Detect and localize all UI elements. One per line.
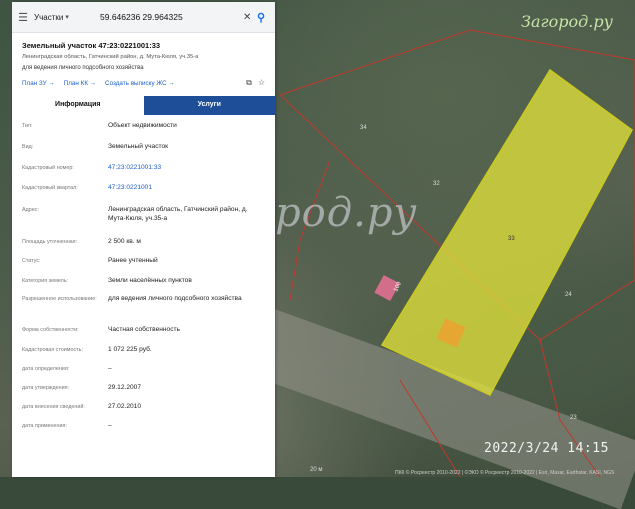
search-icon[interactable]: ⚲	[257, 11, 275, 24]
row-value: Ленинградская область, Гатчинский район,…	[108, 206, 248, 222]
parcel-label: 33	[508, 236, 515, 242]
row-label: Вид:	[22, 144, 34, 150]
watermark-logo: Загород.ру	[521, 12, 613, 31]
row-value: 2 500 кв. м	[108, 238, 141, 245]
parcel-address: Ленинградская область, Гатчинский район,…	[22, 54, 199, 60]
table-row: дата применения: –	[22, 422, 265, 441]
boundary-line	[539, 339, 601, 477]
info-table: Тип: Объект недвижимости Вид: Земельный уч…	[12, 115, 275, 441]
row-value: Частная собственность	[108, 326, 180, 333]
action-links: План ЗУ → План КК → Создать выписку ЖС →…	[22, 78, 265, 88]
row-value: –	[108, 365, 112, 372]
table-row: дата утверждения: 29.12.2007	[22, 384, 265, 403]
table-row: Категория земель: Земли населённых пункто…	[22, 277, 265, 295]
action-icons: ⧉ ☆	[246, 78, 265, 88]
table-row: дата внесения сведений: 27.02.2010	[22, 403, 265, 422]
row-label: Кадастровый квартал:	[22, 185, 78, 191]
row-value: для ведения личного подсобного хозяйства	[108, 295, 242, 302]
row-value: Земли населённых пунктов	[108, 277, 192, 284]
search-input[interactable]: 59.646236 29.964325	[94, 12, 243, 22]
table-row: Адрес: Ленинградская область, Гатчинский …	[22, 206, 265, 238]
tab-bar: Информация Услуги	[12, 96, 275, 115]
table-row: дата определения: –	[22, 365, 265, 384]
row-label: Тип:	[22, 123, 33, 129]
map-copyright: ПКК © Росреестр 2010-2022 | ©ЭКО © Росре…	[395, 470, 615, 476]
tab-info[interactable]: Информация	[12, 96, 144, 115]
row-label: Разрешенное использование:	[22, 296, 97, 302]
parcel-label: 34	[360, 125, 367, 131]
row-label: Кадастровая стоимость:	[22, 347, 83, 353]
parcel-header: Земельный участок 47:23:0221001:33 Ленин…	[12, 33, 275, 88]
row-label: дата определения:	[22, 366, 70, 372]
table-row: Кадастровый квартал: 47:23:0221001	[22, 184, 265, 206]
row-value: 1 072 225 руб.	[108, 346, 152, 353]
highlighted-parcel	[380, 68, 633, 396]
photo-timestamp: 2022/3/24 14:15	[484, 441, 609, 456]
row-label: Статус:	[22, 258, 41, 264]
tab-services[interactable]: Услуги	[143, 96, 275, 115]
row-value: 27.02.2010	[108, 403, 142, 410]
close-icon[interactable]: ✕	[243, 12, 257, 23]
row-value: Земельный участок	[108, 143, 169, 150]
create-extract-link[interactable]: Создать выписку ЖС →	[105, 80, 175, 87]
table-row: Форма собственности: Частная собственност…	[22, 326, 265, 346]
row-label: Адрес:	[22, 207, 39, 213]
star-icon[interactable]: ☆	[258, 78, 265, 88]
row-value: Объект недвижимости	[108, 122, 177, 129]
row-label: Кадастровый номер:	[22, 165, 74, 171]
parcel-purpose: для ведения личного подсобного хозяйства	[22, 65, 144, 71]
plan-kk-link[interactable]: План КК →	[64, 80, 96, 87]
boundary-line	[399, 379, 461, 477]
category-select[interactable]: Участки ▾	[34, 13, 94, 22]
chevron-down-icon: ▾	[65, 14, 69, 21]
row-value: 29.12.2007	[108, 384, 142, 391]
row-label: дата применения:	[22, 423, 67, 429]
scale-label: 20 м	[310, 467, 323, 473]
parcel-label: 24	[565, 292, 572, 298]
table-row: Разрешенное использование: для ведения ли…	[22, 295, 265, 326]
row-label: Категория земель:	[22, 278, 69, 284]
parcel-label: 23	[570, 415, 577, 421]
menu-icon[interactable]: ☰	[12, 11, 34, 24]
row-value: Ранее учтенный	[108, 257, 158, 264]
cadastral-number-link[interactable]: 47:23:0221001:33	[108, 164, 265, 184]
table-row: Тип: Объект недвижимости	[22, 122, 265, 143]
plan-zu-link[interactable]: План ЗУ →	[22, 80, 55, 87]
page-title: Земельный участок 47:23:0221001:33	[22, 41, 161, 50]
row-label: дата утверждения:	[22, 385, 70, 391]
row-value: –	[108, 422, 112, 429]
parcel-label: 32	[433, 181, 440, 187]
row-label: Форма собственности:	[22, 327, 79, 333]
table-row: Кадастровый номер: 47:23:0221001:33	[22, 164, 265, 184]
row-label: Площадь уточненная:	[22, 239, 78, 245]
table-row: Кадастровая стоимость: 1 072 225 руб.	[22, 346, 265, 365]
search-bar: ☰ Участки ▾ 59.646236 29.964325 ✕ ⚲	[12, 2, 275, 33]
table-row: Вид: Земельный участок	[22, 143, 265, 164]
row-label: дата внесения сведений:	[22, 404, 85, 410]
cadastral-quarter-link[interactable]: 47:23:0221001	[108, 184, 265, 206]
share-icon[interactable]: ⧉	[246, 78, 252, 88]
info-panel: ☰ Участки ▾ 59.646236 29.964325 ✕ ⚲ Земе…	[12, 2, 275, 477]
table-row: Площадь уточненная: 2 500 кв. м	[22, 238, 265, 257]
table-row: Статус: Ранее учтенный	[22, 257, 265, 277]
category-label: Участки	[34, 12, 64, 22]
